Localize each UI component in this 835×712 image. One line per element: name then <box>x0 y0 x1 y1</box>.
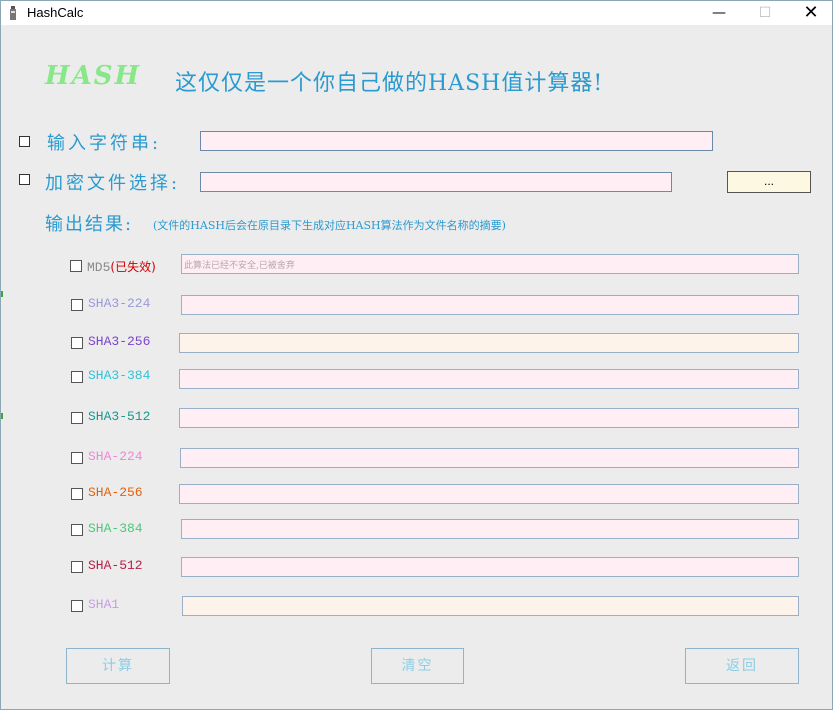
sha-224-label: SHA-224 <box>88 449 143 464</box>
edge-artifact <box>1 291 3 297</box>
sha-384-checkbox[interactable] <box>71 524 83 536</box>
clear-button[interactable]: 清空 <box>371 648 464 684</box>
sha-256-output[interactable] <box>179 484 799 504</box>
sha3-512-label: SHA3-512 <box>88 409 151 424</box>
md5-label: MD5(已失效) <box>87 260 156 275</box>
edge-artifact <box>1 413 3 419</box>
sha-512-label: SHA-512 <box>88 558 143 573</box>
minimize-button[interactable]: — <box>696 1 742 25</box>
sha3-224-output[interactable] <box>181 295 799 315</box>
sha1-checkbox[interactable] <box>71 600 83 612</box>
sha3-384-label: SHA3-384 <box>88 368 151 383</box>
file-select-label: 加密文件选择: <box>45 173 181 194</box>
maximize-button[interactable]: ☐ <box>742 1 788 25</box>
sha1-output[interactable] <box>182 596 799 616</box>
app-window: HashCalc — ☐ ✕ HASH 这仅仅是一个你自己做的HASH值计算器!… <box>0 0 833 710</box>
sha-384-output[interactable] <box>181 519 799 539</box>
sha-224-checkbox[interactable] <box>71 452 83 464</box>
sha1-label: SHA1 <box>88 597 120 612</box>
output-heading: 输出结果: <box>45 214 134 235</box>
sha3-224-label: SHA3-224 <box>88 296 151 311</box>
file-select-checkbox[interactable] <box>19 174 30 185</box>
sha3-512-output[interactable] <box>179 408 799 428</box>
sha3-256-output[interactable] <box>179 333 799 353</box>
md5-checkbox[interactable] <box>70 260 82 272</box>
sha-384-label: SHA-384 <box>88 521 143 536</box>
close-button[interactable]: ✕ <box>788 1 834 25</box>
md5-deprecated-badge: (已失效) <box>110 260 156 274</box>
string-input-checkbox[interactable] <box>19 136 30 147</box>
file-path-input[interactable] <box>200 172 672 192</box>
sha3-512-checkbox[interactable] <box>71 412 83 424</box>
sha-512-checkbox[interactable] <box>71 561 83 573</box>
sha-256-label: SHA-256 <box>88 485 143 500</box>
md5-output[interactable]: 此算法已经不安全,已被舍弃 <box>181 254 799 274</box>
string-input[interactable] <box>200 131 713 151</box>
sha3-384-checkbox[interactable] <box>71 371 83 383</box>
sha3-384-output[interactable] <box>179 369 799 389</box>
back-button[interactable]: 返回 <box>685 648 799 684</box>
sha-512-output[interactable] <box>181 557 799 577</box>
title-bar: HashCalc — ☐ ✕ <box>1 1 832 25</box>
string-input-label: 输入字符串: <box>47 133 162 154</box>
sha3-256-label: SHA3-256 <box>88 334 151 349</box>
sha3-224-checkbox[interactable] <box>71 299 83 311</box>
output-note: (文件的HASH后会在原目录下生成对应HASH算法作为文件名称的摘要) <box>153 219 506 232</box>
window-title: HashCalc <box>27 5 84 20</box>
sha-224-output[interactable] <box>180 448 799 468</box>
sha3-256-checkbox[interactable] <box>71 337 83 349</box>
app-icon <box>10 6 16 20</box>
calculate-button[interactable]: 计算 <box>66 648 170 684</box>
sha-256-checkbox[interactable] <box>71 488 83 500</box>
hash-logo: HASH <box>45 61 142 91</box>
browse-button[interactable]: ... <box>727 171 811 193</box>
tagline: 这仅仅是一个你自己做的HASH值计算器! <box>175 71 604 96</box>
